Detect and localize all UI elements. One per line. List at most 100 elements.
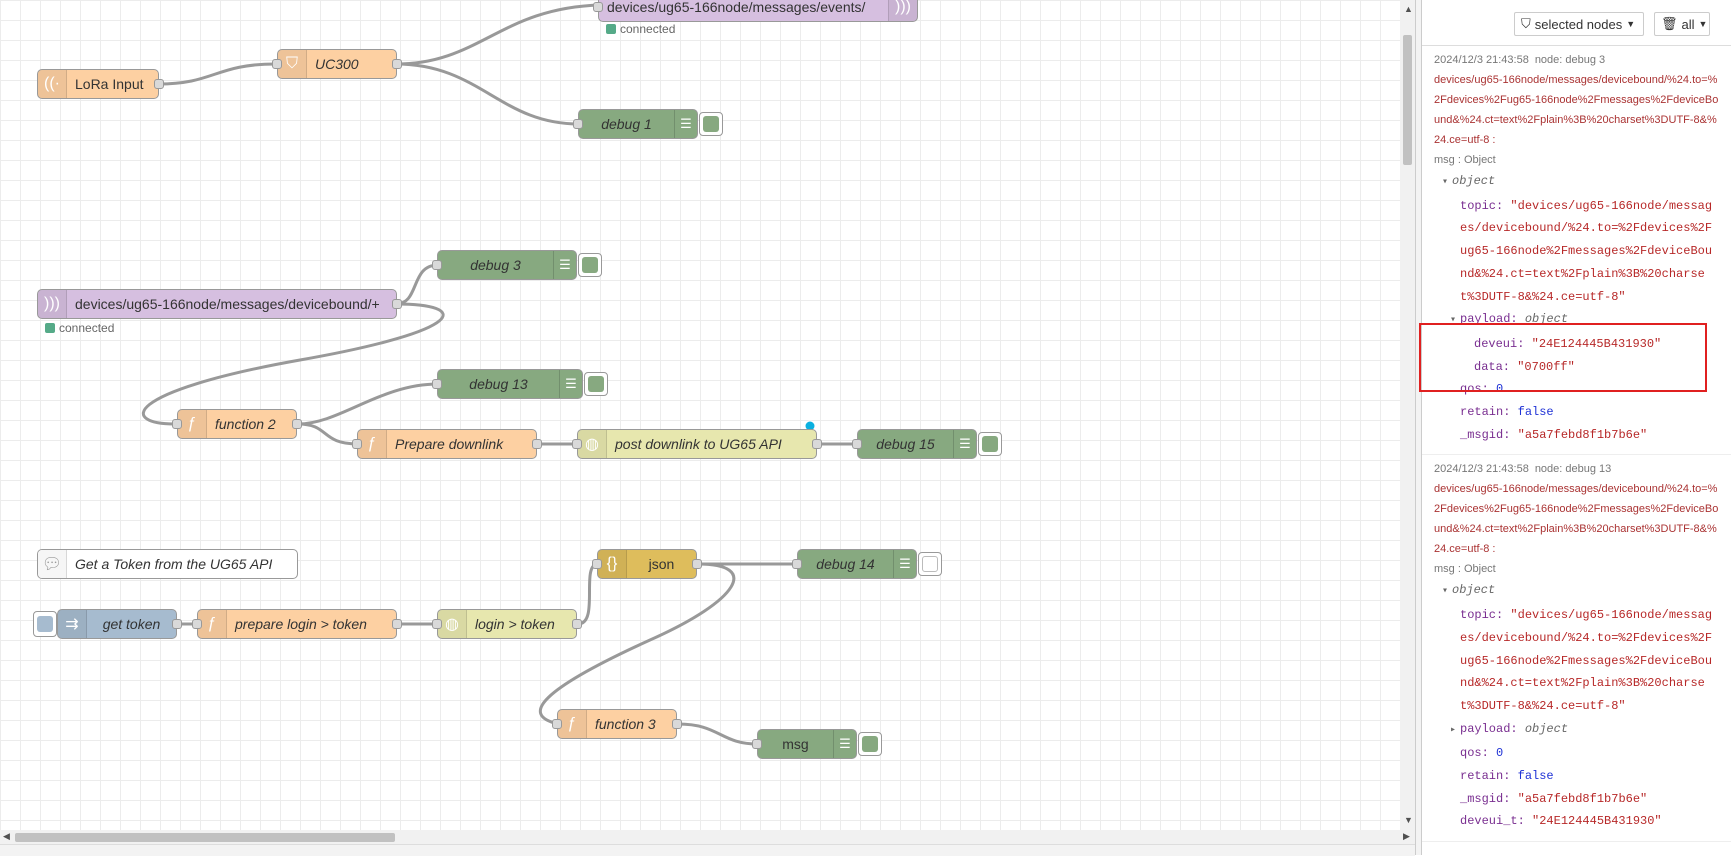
wire: [297, 422, 359, 446]
input-port[interactable]: [352, 439, 362, 449]
debug-toggle-button[interactable]: [918, 552, 942, 576]
output-port[interactable]: [392, 619, 402, 629]
input-port[interactable]: [432, 619, 442, 629]
debug-toggle-button[interactable]: [978, 432, 1002, 456]
object-root[interactable]: ▾ object: [1442, 579, 1719, 604]
message-topic: devices/ug65-166node/messages/deviceboun…: [1434, 74, 1719, 146]
topic-value: "devices/ug65-166node/messages/devicebou…: [1460, 608, 1713, 713]
debug-message[interactable]: 2024/12/3 21:43:58 node: debug 13 devices…: [1422, 455, 1731, 843]
prepare-downlink-node[interactable]: ƒ Prepare downlink: [352, 429, 542, 459]
output-port[interactable]: [172, 619, 182, 629]
message-node-link[interactable]: node: debug 3: [1535, 54, 1605, 66]
debug-icon: ☰: [553, 251, 576, 279]
debug-13-node[interactable]: debug 13 ☰: [432, 369, 608, 399]
debug-message-list[interactable]: 2024/12/3 21:43:58 node: debug 3 devices/…: [1422, 46, 1731, 855]
payload-row[interactable]: ▾ payload: object: [1442, 308, 1719, 333]
debug-14-node[interactable]: debug 14 ☰: [792, 549, 942, 579]
payload-row[interactable]: ▸ payload: object: [1442, 718, 1719, 743]
debug-1-node[interactable]: debug 1 ☰: [573, 109, 723, 139]
comment-node[interactable]: 💬︎ Get a Token from the UG65 API: [37, 549, 298, 579]
message-timestamp: 2024/12/3 21:43:58: [1434, 463, 1529, 476]
scroll-left-icon[interactable]: ◀: [3, 831, 10, 842]
mqtt-in-status: connected: [45, 321, 114, 335]
node-label: debug 13: [469, 376, 528, 392]
object-root[interactable]: ▾ object: [1442, 170, 1719, 195]
input-port[interactable]: [272, 59, 282, 69]
input-port[interactable]: [572, 439, 582, 449]
wire: [297, 382, 439, 426]
mqtt-in-devicebound-node[interactable]: ))) devices/ug65-166node/messages/device…: [37, 289, 402, 319]
output-port[interactable]: [392, 59, 402, 69]
wire: [157, 62, 277, 86]
uc300-switch-node[interactable]: ⛉ UC300: [272, 49, 402, 79]
debug-toggle-button[interactable]: [578, 253, 602, 277]
input-port[interactable]: [432, 260, 442, 270]
output-port[interactable]: [532, 439, 542, 449]
input-port[interactable]: [593, 2, 603, 12]
input-port[interactable]: [573, 119, 583, 129]
prepare-login-token-node[interactable]: ƒ prepare login > token: [192, 609, 402, 639]
filter-selected-nodes-button[interactable]: ⛉ selected nodes ▼: [1514, 12, 1644, 36]
post-downlink-http-node[interactable]: ◍ post downlink to UG65 API: [572, 429, 822, 459]
function-icon: ƒ: [358, 430, 387, 458]
get-token-inject-node[interactable]: ⇉ get token: [57, 609, 182, 639]
input-port[interactable]: [172, 419, 182, 429]
wire: [538, 562, 736, 726]
input-port[interactable]: [752, 739, 762, 749]
output-port[interactable]: [692, 559, 702, 569]
mqtt-out-events-node[interactable]: devices/ug65-166node/messages/events/ ))…: [593, 0, 918, 22]
scroll-thumb[interactable]: [1403, 35, 1412, 165]
output-port[interactable]: [812, 439, 822, 449]
clear-all-button[interactable]: 🗑︎ all ▼: [1654, 12, 1710, 36]
debug-15-node[interactable]: debug 15 ☰: [852, 429, 1002, 459]
node-label: debug 15: [876, 436, 935, 452]
json-node[interactable]: {} json: [592, 549, 702, 579]
debug-toggle-button[interactable]: [699, 112, 723, 136]
debug-icon: ☰: [953, 430, 976, 458]
inject-button[interactable]: [33, 611, 57, 637]
node-label: Prepare downlink: [395, 436, 504, 452]
message-node-link[interactable]: node: debug 13: [1535, 463, 1611, 475]
input-port[interactable]: [592, 559, 602, 569]
vertical-scrollbar[interactable]: ▲ ▼: [1400, 0, 1415, 830]
node-label: msg: [782, 736, 809, 752]
input-port[interactable]: [552, 719, 562, 729]
lora-input-node[interactable]: ((· LoRa Input: [37, 69, 164, 99]
filter-icon: ⛉: [1521, 16, 1531, 31]
caret-down-icon: ▼: [1626, 19, 1636, 29]
input-port[interactable]: [852, 439, 862, 449]
debug-icon: ☰: [674, 110, 697, 138]
input-port[interactable]: [432, 379, 442, 389]
input-port[interactable]: [192, 619, 202, 629]
input-port[interactable]: [792, 559, 802, 569]
debug-toggle-button[interactable]: [858, 732, 882, 756]
output-port[interactable]: [392, 299, 402, 309]
globe-icon: ◍: [578, 430, 607, 458]
output-port[interactable]: [154, 79, 164, 89]
node-label: function 3: [595, 716, 656, 732]
node-label: LoRa Input: [75, 76, 144, 92]
output-port[interactable]: [292, 419, 302, 429]
login-token-http-node[interactable]: ◍ login > token: [432, 609, 582, 639]
output-port[interactable]: [672, 719, 682, 729]
node-label: login > token: [475, 616, 555, 632]
output-port[interactable]: [572, 619, 582, 629]
function-3-node[interactable]: ƒ function 3: [552, 709, 682, 739]
debug-message[interactable]: 2024/12/3 21:43:58 node: debug 3 devices/…: [1422, 46, 1731, 456]
node-label: Get a Token from the UG65 API: [75, 556, 273, 572]
scroll-up-icon[interactable]: ▲: [1404, 4, 1413, 14]
debug-toggle-button[interactable]: [584, 372, 608, 396]
scroll-right-icon[interactable]: ▶: [1403, 831, 1410, 842]
debug-3-node[interactable]: debug 3 ☰: [432, 250, 602, 280]
scroll-thumb[interactable]: [15, 833, 395, 842]
flow-workspace[interactable]: devices/ug65-166node/messages/events/ ))…: [0, 0, 1400, 830]
connected-dot: [606, 24, 616, 34]
sidebar-separator[interactable]: [1415, 0, 1422, 855]
msg-debug-node[interactable]: msg ☰: [752, 729, 882, 759]
horizontal-scrollbar[interactable]: ◀ ▶: [0, 830, 1415, 844]
node-label: debug 14: [816, 556, 875, 572]
scroll-down-icon[interactable]: ▼: [1404, 815, 1413, 825]
function-icon: ƒ: [558, 710, 587, 738]
function-2-node[interactable]: ƒ function 2: [172, 409, 302, 439]
message-topic: devices/ug65-166node/messages/deviceboun…: [1434, 483, 1719, 556]
